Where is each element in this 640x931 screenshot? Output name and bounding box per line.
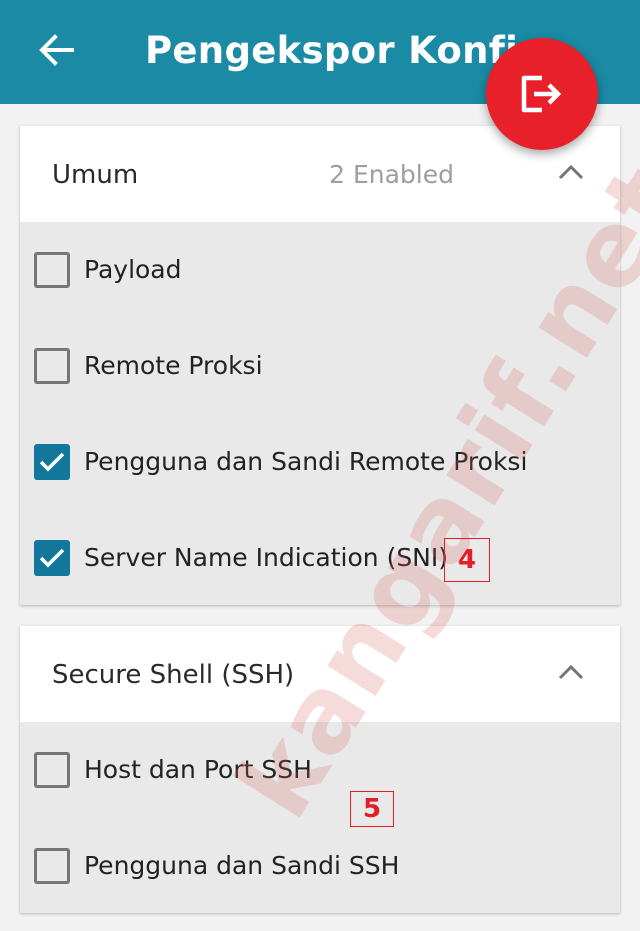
checkbox[interactable]	[34, 348, 70, 384]
annotation-marker-5: 5	[350, 791, 394, 827]
option-label: Host dan Port SSH	[84, 755, 312, 784]
option-label: Pengguna dan Sandi SSH	[84, 851, 400, 880]
option-label: Pengguna dan Sandi Remote Proksi	[84, 447, 528, 476]
section-title: Secure Shell (SSH)	[52, 660, 295, 690]
checkbox-checked[interactable]	[34, 540, 70, 576]
chevron-up-icon[interactable]	[556, 660, 586, 684]
option-label: Remote Proksi	[84, 351, 263, 380]
checkbox-checked[interactable]	[34, 444, 70, 480]
checkbox[interactable]	[34, 848, 70, 884]
checkbox[interactable]	[34, 252, 70, 288]
checkbox[interactable]	[34, 752, 70, 788]
enabled-count: 2 Enabled	[329, 160, 454, 189]
section-ssh: Secure Shell (SSH) Host dan Port SSH Pen…	[20, 626, 620, 913]
back-button[interactable]	[30, 26, 82, 74]
page-title: Pengekspor Konfig	[145, 29, 545, 72]
export-button[interactable]	[486, 38, 598, 150]
option-label: Payload	[84, 255, 182, 284]
export-icon	[521, 75, 562, 113]
option-pengguna-sandi-remote-proksi[interactable]: Pengguna dan Sandi Remote Proksi	[20, 414, 620, 510]
check-icon	[39, 548, 65, 568]
chevron-up-icon[interactable]	[556, 160, 586, 184]
option-label: Server Name Indication (SNI)	[84, 543, 449, 572]
option-host-port-ssh[interactable]: Host dan Port SSH	[20, 722, 620, 818]
option-payload[interactable]: Payload	[20, 222, 620, 318]
option-pengguna-sandi-ssh[interactable]: Pengguna dan Sandi SSH	[20, 818, 620, 914]
annotation-marker-4: 4	[444, 538, 490, 582]
section-umum: Umum 2 Enabled Payload Remote Proksi Pen…	[20, 126, 620, 605]
option-sni[interactable]: Server Name Indication (SNI)	[20, 510, 620, 606]
arrow-left-icon	[39, 34, 74, 66]
option-remote-proksi[interactable]: Remote Proksi	[20, 318, 620, 414]
section-header-ssh[interactable]: Secure Shell (SSH)	[20, 626, 620, 722]
section-title: Umum	[52, 160, 139, 190]
check-icon	[39, 452, 65, 472]
